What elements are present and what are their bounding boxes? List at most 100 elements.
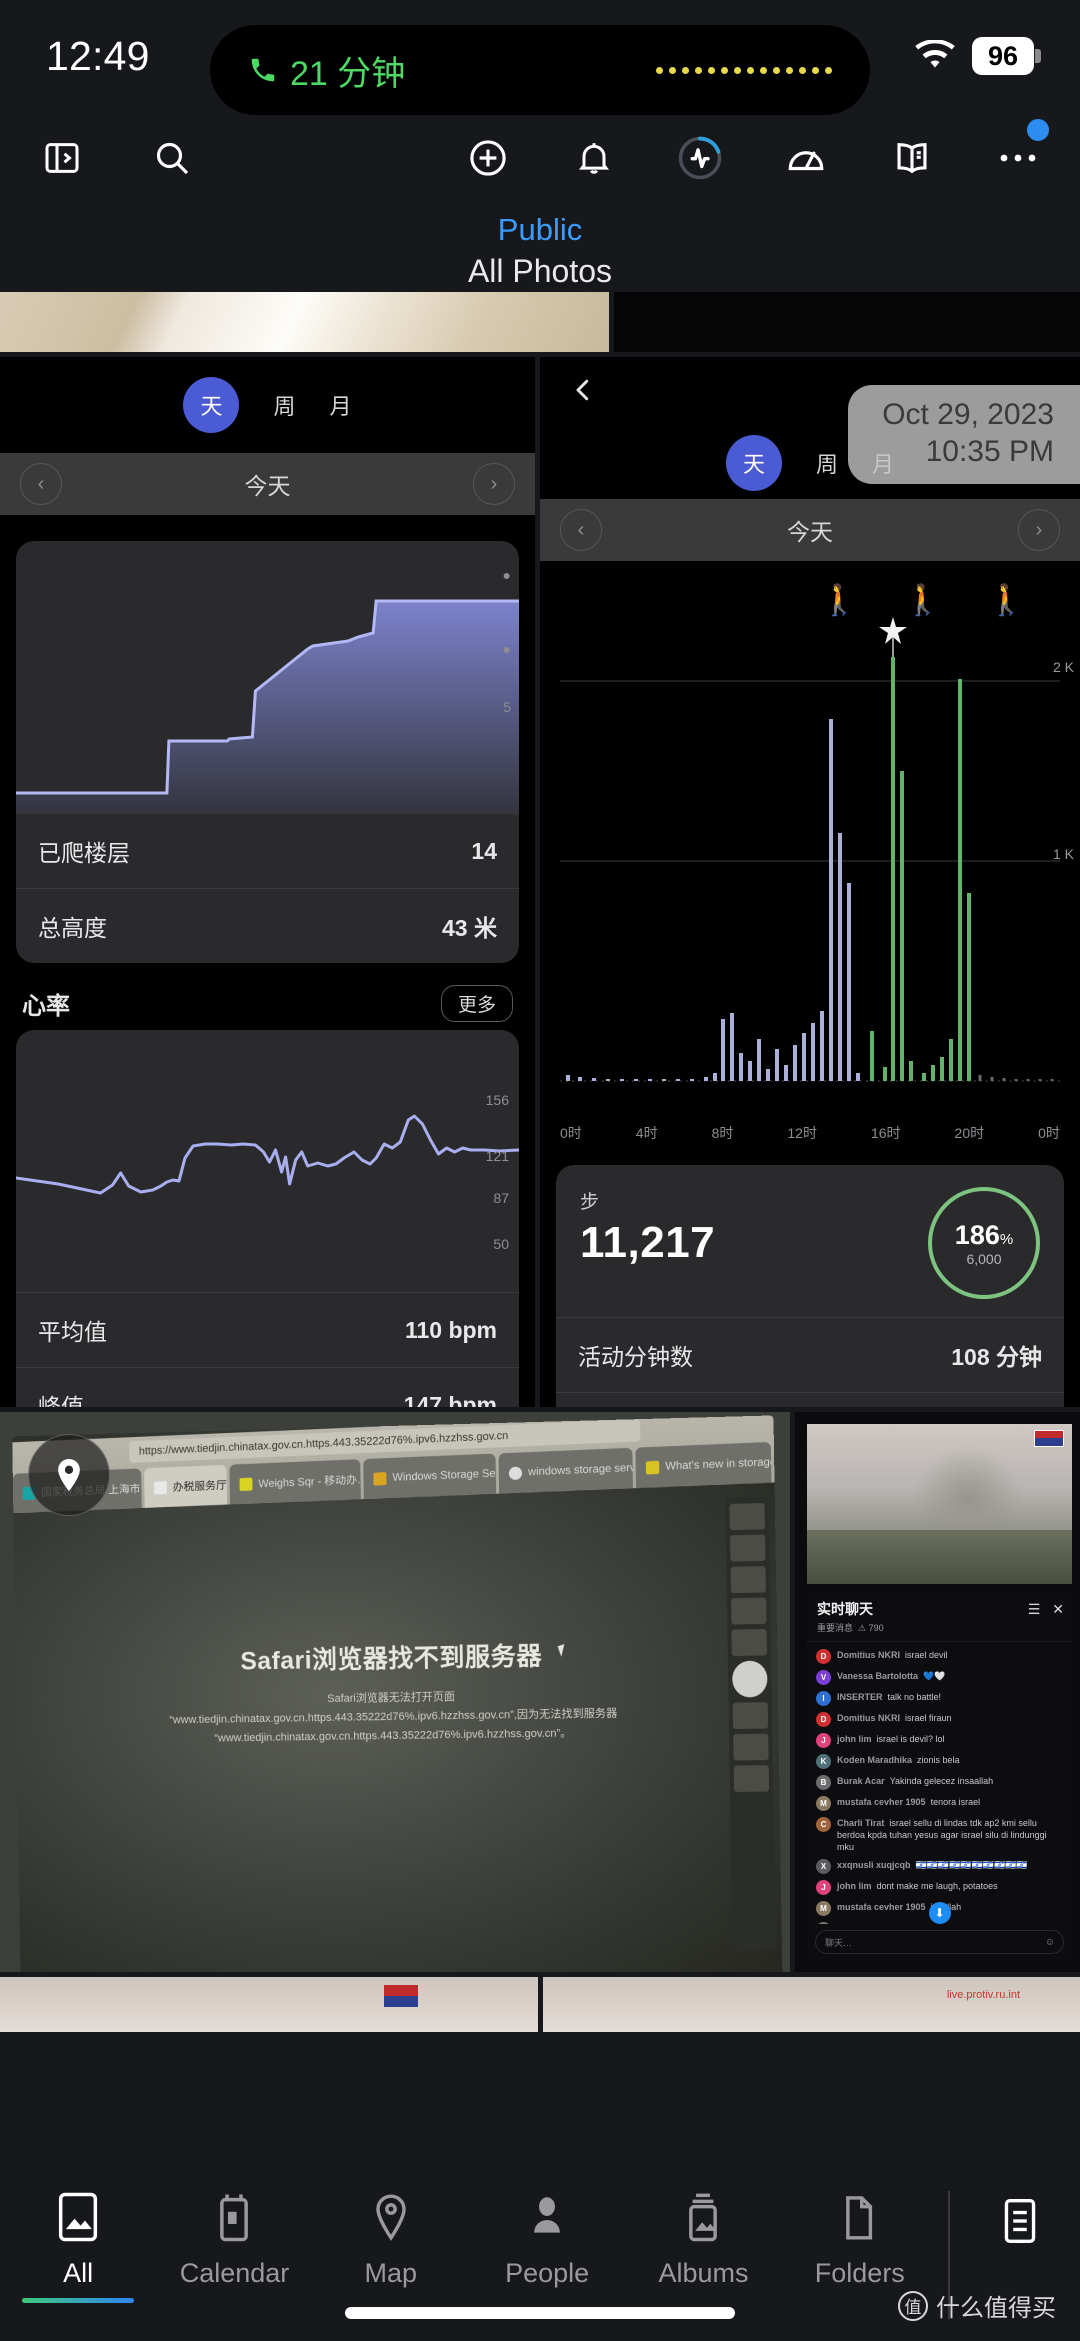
error-title: Safari浏览器找不到服务器 — [240, 1642, 543, 1676]
altitude-ytick-1: ● — [502, 641, 511, 657]
steps-xtick: 12时 — [787, 1125, 817, 1141]
steps-row-distance: 距离 8.6 千米 — [556, 1392, 1064, 1407]
breadcrumb-public[interactable]: Public — [0, 210, 1080, 250]
chat-user: mustafa cevher 1905 — [837, 1797, 926, 1807]
page-header: Public All Photos — [0, 204, 1080, 292]
location-pin-icon[interactable] — [28, 1434, 110, 1516]
emoji-icon[interactable]: ☺ — [1045, 1937, 1055, 1948]
speedometer-icon[interactable] — [780, 132, 832, 184]
browser-tab-active[interactable]: 办税服务厅 — [144, 1464, 228, 1508]
chat-message: Xxxqnusli xuqjcqb 🇮🇱🇮🇱🇮🇱🇮🇱🇮🇱🇮🇱🇮🇱🇮🇱🇮🇱🇮🇱 — [807, 1856, 1072, 1877]
search-icon[interactable] — [146, 132, 198, 184]
battery-indicator: 96 — [972, 37, 1041, 75]
chat-message: Jjohn lim dont make me laugh, potatoes — [807, 1877, 1072, 1898]
prev-day-icon[interactable]: ‹ — [560, 509, 602, 551]
photo-thumb-dark[interactable] — [614, 292, 1080, 352]
avatar: M — [816, 1796, 831, 1811]
avatar: J — [816, 1733, 831, 1748]
dynamic-island-call[interactable]: 21 分钟 — [210, 25, 870, 115]
chat-message: V Vanessa Bartolotta 💙🤍 — [807, 1667, 1072, 1688]
browser-tab-title: Weighs Sqr - 移动办… — [258, 1473, 361, 1491]
photo-thumb-livestream-chat[interactable]: 实时聊天 重要消息 ⚠ 790 ☰ ✕ D Domitius NKRI israel… — [795, 1412, 1080, 1972]
browser-tab[interactable]: Weighs Sqr - 移动办… — [229, 1459, 361, 1505]
prev-day-icon[interactable]: ‹ — [20, 463, 62, 505]
avatar: K — [816, 1754, 831, 1769]
tab-label: Folders — [814, 2258, 905, 2288]
watermark-mark: 值 — [898, 2290, 928, 2321]
photo-thumb-safari-error[interactable]: https://www.tiedjin.chinatax.gov.cn.http… — [0, 1412, 790, 1972]
photo-thumb-sky-2[interactable]: live.protiv.ru.int — [543, 1977, 1080, 2032]
calendar-icon — [211, 2191, 257, 2248]
avatar: M — [816, 1901, 831, 1917]
scroll-down-icon[interactable]: ⬇ — [928, 1902, 951, 1924]
app-toolbar — [0, 112, 1080, 204]
chat-subtitle: 重要消息 — [817, 1623, 854, 1633]
browser-tab[interactable]: Windows Storage Se… — [363, 1453, 497, 1500]
chat-message-list[interactable]: D Domitius NKRI israel devil V Vanessa Bart… — [807, 1642, 1072, 1924]
photo-row-top — [0, 292, 1080, 352]
home-indicator[interactable] — [345, 2307, 735, 2319]
photo-thumb-health-steps[interactable]: 天 周 月 ‹ 今天 › — [540, 357, 1080, 1407]
photo-thumb-sky-1[interactable] — [0, 1977, 538, 2032]
avatar: I — [816, 1691, 831, 1706]
segment-week[interactable]: 周 — [273, 389, 295, 421]
more-options-icon[interactable] — [992, 116, 1052, 184]
page-title: All Photos — [467, 253, 613, 289]
chat-text: 💙🤍 — [923, 1671, 946, 1681]
dynamic-island-label: 21 分钟 — [290, 54, 406, 93]
chat-input-placeholder: 聊天… — [825, 1937, 853, 1948]
add-icon[interactable] — [462, 132, 514, 184]
browser-tab-title: 办税服务厅 — [172, 1479, 227, 1494]
tab-map[interactable]: Map — [313, 2191, 469, 2289]
browser-tab[interactable]: windows storage serv… — [498, 1447, 633, 1494]
tab-people[interactable]: People — [469, 2191, 625, 2289]
watermark: 值 什么值得买 — [898, 2288, 1056, 2323]
chat-user: Charli Tirat — [837, 1818, 885, 1828]
chat-message: Jjohn lim israel is devil? lol — [807, 1730, 1072, 1751]
list-view-icon[interactable] — [998, 2195, 1042, 2252]
segment-month[interactable]: 月 — [330, 389, 352, 421]
photo-thumb-health-altitude[interactable]: 天 周 月 ‹ 今天 › ● ● 5 已爬楼层 14 总高度 43 米 心率 更… — [0, 357, 535, 1407]
chat-text: tenora israel — [930, 1797, 981, 1807]
chat-message: K Koden Maradhika zionis bela — [807, 1751, 1072, 1772]
tab-calendar[interactable]: Calendar — [156, 2191, 312, 2289]
activity-pulse-icon[interactable] — [674, 132, 726, 184]
health-left-segment-control[interactable]: 天 周 月 — [0, 357, 535, 453]
next-day-icon[interactable]: › — [473, 463, 515, 505]
chat-text: zionis bela — [917, 1755, 960, 1765]
browser-tab-title: windows storage serv… — [528, 1461, 633, 1479]
chat-user: Domitius NKRI — [837, 1650, 900, 1660]
sidebar-toggle-icon[interactable] — [36, 132, 88, 184]
steps-xtick: 0时 — [1038, 1125, 1060, 1141]
steps-row-minutes: 活动分钟数 108 分钟 — [556, 1317, 1064, 1392]
steps-row-label: 活动分钟数 — [578, 1344, 693, 1370]
segment-day-active[interactable]: 天 — [725, 435, 782, 491]
browser-tab[interactable]: What's new in storage… — [635, 1441, 772, 1489]
browser-tab-title: Windows Storage Se… — [392, 1467, 497, 1484]
segment-day-active[interactable]: 天 — [183, 377, 240, 433]
folder-icon — [837, 2191, 883, 2248]
filter-icon[interactable]: ☰ — [1028, 1601, 1041, 1618]
chat-input[interactable]: 聊天… ☺ — [815, 1930, 1064, 1954]
notifications-bell-icon[interactable] — [568, 132, 620, 184]
steps-ytick-1k: 1 K — [1052, 846, 1074, 862]
hr-ytick-2: 87 — [493, 1190, 509, 1206]
laptop-screen: https://www.tiedjin.chinatax.gov.cn.http… — [12, 1415, 783, 1972]
steps-kpi-label: 步 — [580, 1192, 600, 1213]
unread-badge-dot — [1024, 116, 1052, 144]
heart-rate-more-button[interactable]: 更多 — [440, 985, 513, 1022]
book-icon[interactable] — [886, 132, 938, 184]
chevron-left-icon[interactable] — [568, 375, 598, 410]
hr-row-value: 147 bpm — [403, 1391, 497, 1408]
close-icon[interactable]: ✕ — [1052, 1601, 1064, 1618]
tab-albums[interactable]: Albums — [625, 2191, 781, 2289]
tab-folders[interactable]: Folders — [782, 2191, 938, 2289]
chat-user: john lim — [837, 1881, 872, 1892]
segment-week[interactable]: 周 — [816, 447, 838, 479]
steps-ring-goal: 6,000 — [966, 1250, 1002, 1267]
tab-all[interactable]: All — [0, 2191, 156, 2303]
chat-message: D Domitius NKRI israel devil — [807, 1646, 1072, 1667]
next-day-icon[interactable]: › — [1018, 509, 1060, 551]
altitude-row-label: 已爬楼层 — [38, 840, 130, 866]
photo-thumb-food[interactable] — [0, 292, 609, 352]
